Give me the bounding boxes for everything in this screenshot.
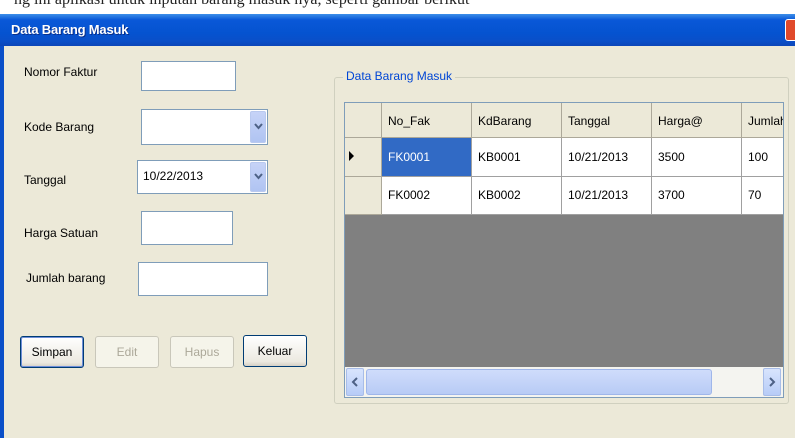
window-title: Data Barang Masuk [11, 22, 129, 37]
column-header-tanggal[interactable]: Tanggal [562, 103, 652, 138]
column-header-jumlah[interactable]: Jumlah [742, 103, 783, 138]
table-cell[interactable]: 10/21/2013 [562, 177, 652, 215]
keluar-button[interactable]: Keluar [243, 335, 307, 367]
jumlah-barang-label: Jumlah barang [26, 271, 106, 285]
group-title: Data Barang Masuk [343, 69, 456, 83]
title-bar[interactable]: Data Barang Masuk [0, 14, 795, 46]
hapus-button[interactable]: Hapus [170, 336, 234, 368]
table-cell[interactable]: 70 [742, 177, 783, 215]
harga-satuan-input[interactable] [141, 211, 233, 245]
simpan-button[interactable]: Simpan [20, 336, 84, 368]
edit-button[interactable]: Edit [95, 336, 159, 368]
close-icon[interactable] [785, 19, 795, 41]
dropdown-arrow-icon[interactable] [250, 162, 266, 192]
scroll-thumb[interactable] [366, 369, 712, 395]
table-cell[interactable]: FK0002 [382, 177, 472, 215]
table-cell[interactable]: KB0001 [472, 138, 562, 177]
table-cell[interactable]: 3700 [652, 177, 742, 215]
horizontal-scrollbar[interactable] [345, 367, 783, 397]
jumlah-barang-input[interactable] [138, 262, 268, 296]
kode-barang-combo[interactable] [141, 109, 268, 145]
column-header-harga[interactable]: Harga@ [652, 103, 742, 138]
tanggal-label: Tanggal [24, 173, 67, 187]
nomor-faktur-input[interactable] [141, 61, 236, 91]
nomor-faktur-label: Nomor Faktur [24, 65, 98, 79]
row-pointer-icon [349, 151, 354, 161]
harga-satuan-label: Harga Satuan [24, 226, 99, 240]
row-header-2[interactable] [345, 177, 382, 215]
kode-barang-label: Kode Barang [24, 120, 95, 134]
cropped-top-text: ng ini aplikasi untuk inputan barang mas… [0, 0, 795, 14]
column-header-kdbarang[interactable]: KdBarang [472, 103, 562, 138]
scroll-right-icon[interactable] [763, 368, 781, 396]
table-cell[interactable]: FK0001 [382, 138, 472, 177]
grid-corner-header[interactable] [345, 103, 382, 138]
tanggal-date-picker[interactable]: 10/22/2013 [137, 160, 268, 194]
table-cell[interactable]: 10/21/2013 [562, 138, 652, 177]
table-cell[interactable]: KB0002 [472, 177, 562, 215]
dropdown-arrow-icon[interactable] [250, 111, 266, 143]
table-cell[interactable]: 100 [742, 138, 783, 177]
column-header-no-fak[interactable]: No_Fak [382, 103, 472, 138]
table-cell[interactable]: 3500 [652, 138, 742, 177]
scroll-left-icon[interactable] [346, 368, 364, 396]
row-header-1[interactable] [345, 138, 382, 177]
data-grid[interactable]: No_Fak KdBarang Tanggal Harga@ Jumlah FK… [344, 102, 784, 398]
window-border [0, 46, 4, 438]
